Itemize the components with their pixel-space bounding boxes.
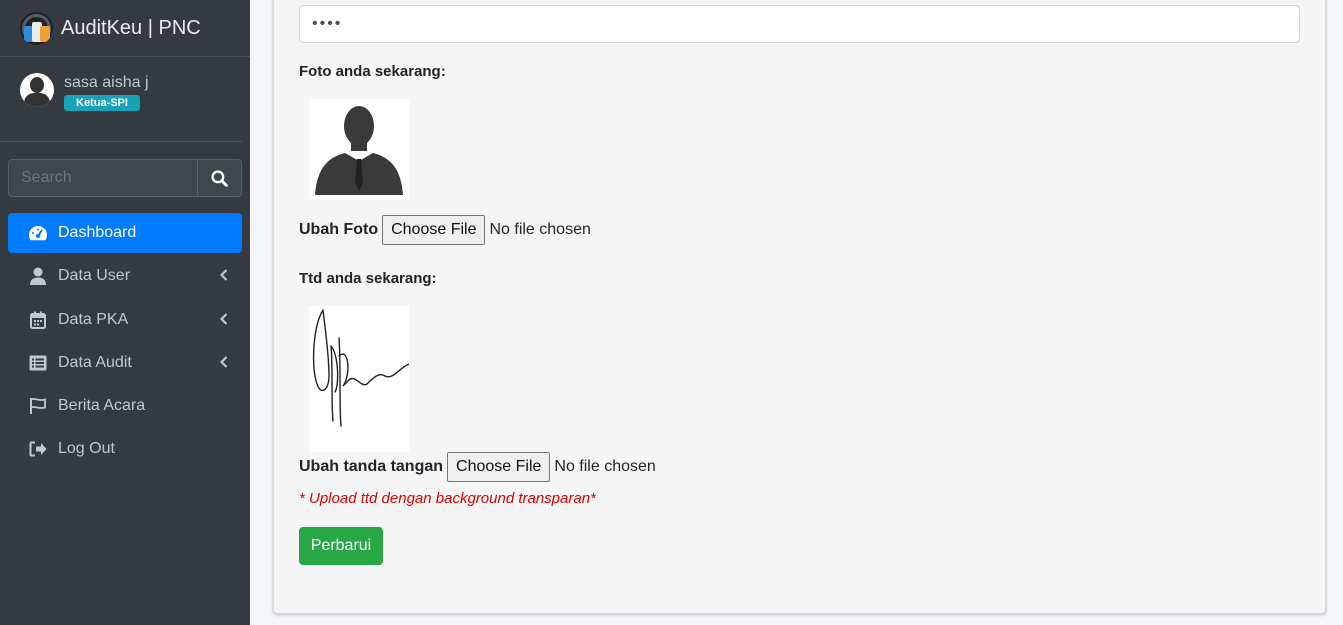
upload-note: * Upload ttd dengan background transpara… bbox=[299, 490, 596, 507]
sidebar-item-data-pka[interactable]: Data PKA bbox=[8, 300, 242, 340]
sidebar-item-label: Data PKA bbox=[58, 310, 129, 328]
search-button[interactable] bbox=[197, 159, 242, 197]
current-signature-label: Ttd anda sekarang: bbox=[299, 270, 437, 287]
current-photo-label: Foto anda sekarang: bbox=[299, 63, 446, 80]
sidebar-item-berita-acara[interactable]: Berita Acara bbox=[8, 386, 242, 426]
role-badge: Ketua-SPI bbox=[64, 95, 140, 111]
sidebar-item-label: Data Audit bbox=[58, 353, 132, 371]
calendar-icon bbox=[28, 310, 48, 330]
user-name[interactable]: sasa aisha j bbox=[64, 74, 149, 92]
logout-icon bbox=[28, 439, 48, 459]
password-field[interactable]: •••• bbox=[299, 5, 1300, 43]
update-button[interactable]: Perbarui bbox=[299, 527, 383, 565]
brand-logo bbox=[20, 11, 53, 45]
signature-file-status: No file chosen bbox=[554, 458, 656, 475]
flag-icon bbox=[28, 396, 48, 416]
search-input[interactable] bbox=[8, 159, 197, 197]
avatar bbox=[20, 73, 54, 107]
search-icon bbox=[211, 169, 228, 187]
sidebar-search bbox=[8, 159, 242, 197]
change-signature-label: Ubah tanda tangan bbox=[299, 458, 444, 475]
sidebar-item-dashboard[interactable]: Dashboard bbox=[8, 213, 242, 253]
sidebar-item-label: Data User bbox=[58, 267, 131, 285]
sidebar-item-label: Log Out bbox=[58, 440, 115, 458]
change-signature-row: Ubah tanda tangan Choose File No file ch… bbox=[299, 452, 656, 482]
user-panel: sasa aisha j Ketua-SPI bbox=[0, 57, 242, 142]
brand-title: AuditKeu | PNC bbox=[61, 16, 201, 39]
sidebar-nav: Dashboard Data User Data PKA Data Audit bbox=[8, 213, 242, 473]
profile-card bbox=[273, 0, 1326, 614]
sidebar-item-label: Berita Acara bbox=[58, 397, 146, 415]
brand-link[interactable]: AuditKeu | PNC bbox=[0, 0, 250, 57]
signature-image bbox=[309, 306, 410, 452]
chevron-left-icon bbox=[220, 312, 228, 325]
sidebar-item-label: Dashboard bbox=[58, 224, 137, 241]
change-photo-label: Ubah Foto bbox=[299, 221, 379, 238]
sidebar: AuditKeu | PNC sasa aisha j Ketua-SPI Da… bbox=[0, 0, 250, 625]
choose-photo-button[interactable]: Choose File bbox=[382, 215, 486, 245]
list-icon bbox=[28, 353, 48, 373]
dashboard-icon bbox=[28, 223, 48, 243]
chevron-left-icon bbox=[220, 269, 228, 282]
user-icon bbox=[28, 266, 48, 286]
sidebar-item-data-audit[interactable]: Data Audit bbox=[8, 343, 242, 383]
choose-signature-button[interactable]: Choose File bbox=[447, 452, 551, 482]
sidebar-item-log-out[interactable]: Log Out bbox=[8, 429, 242, 469]
chevron-left-icon bbox=[220, 356, 228, 368]
profile-photo-image bbox=[309, 99, 409, 199]
current-photo bbox=[309, 99, 409, 199]
sidebar-item-data-user[interactable]: Data User bbox=[8, 256, 242, 296]
change-photo-row: Ubah Foto Choose File No file chosen bbox=[299, 215, 591, 245]
photo-file-status: No file chosen bbox=[489, 221, 591, 238]
current-signature bbox=[309, 306, 410, 452]
